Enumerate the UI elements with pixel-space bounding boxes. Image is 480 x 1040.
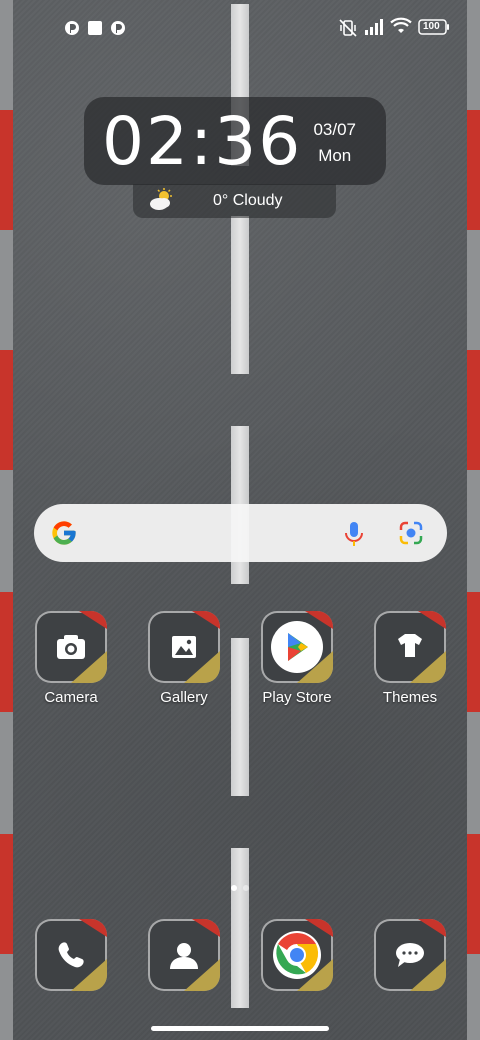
themes-icon[interactable] (374, 611, 446, 683)
google-search-bar[interactable] (34, 504, 447, 562)
app-label: Themes (382, 689, 438, 706)
weather-widget[interactable]: 0° Cloudy (133, 184, 336, 218)
page-dot (243, 885, 249, 891)
vibrate-off-icon (338, 18, 358, 43)
contacts-icon[interactable] (148, 919, 220, 991)
home-indicator[interactable] (151, 1026, 329, 1031)
battery-icon: 100 (418, 19, 450, 40)
signal-icon (364, 18, 386, 41)
status-bar: 100 (0, 0, 480, 56)
wifi-icon (390, 16, 412, 41)
app-label: Camera (44, 689, 98, 706)
partly-cloudy-icon (148, 188, 174, 217)
chrome-icon[interactable] (261, 919, 333, 991)
camera-icon[interactable] (35, 611, 107, 683)
date-label: 03/07 (313, 120, 356, 139)
notification-icon (110, 20, 126, 41)
left-curb (0, 0, 13, 1040)
lens-icon[interactable] (398, 520, 424, 551)
battery-level: 100 (423, 21, 440, 32)
app-label: Play Store (262, 689, 332, 706)
phone-icon[interactable] (35, 919, 107, 991)
right-curb (467, 0, 480, 1040)
lane-marking (231, 848, 249, 1008)
page-indicator (228, 878, 252, 896)
lane-marking (231, 638, 249, 796)
google-logo[interactable] (50, 519, 78, 552)
weather-text: 0° Cloudy (213, 192, 283, 209)
notification-icon (64, 20, 80, 41)
app-notification-icon (87, 20, 103, 41)
messages-icon[interactable] (374, 919, 446, 991)
lane-marking (231, 216, 249, 374)
clock-date: 03/07 Mon (313, 117, 356, 169)
play-store-icon[interactable] (261, 611, 333, 683)
clock-time: 02:36 (102, 103, 303, 180)
page-dot-active (231, 885, 237, 891)
clock-widget[interactable]: 02:36 03/07 Mon (84, 97, 386, 185)
weekday-label: Mon (318, 146, 352, 165)
mic-icon[interactable] (343, 520, 365, 553)
gallery-icon[interactable] (148, 611, 220, 683)
app-label: Gallery (160, 689, 208, 706)
